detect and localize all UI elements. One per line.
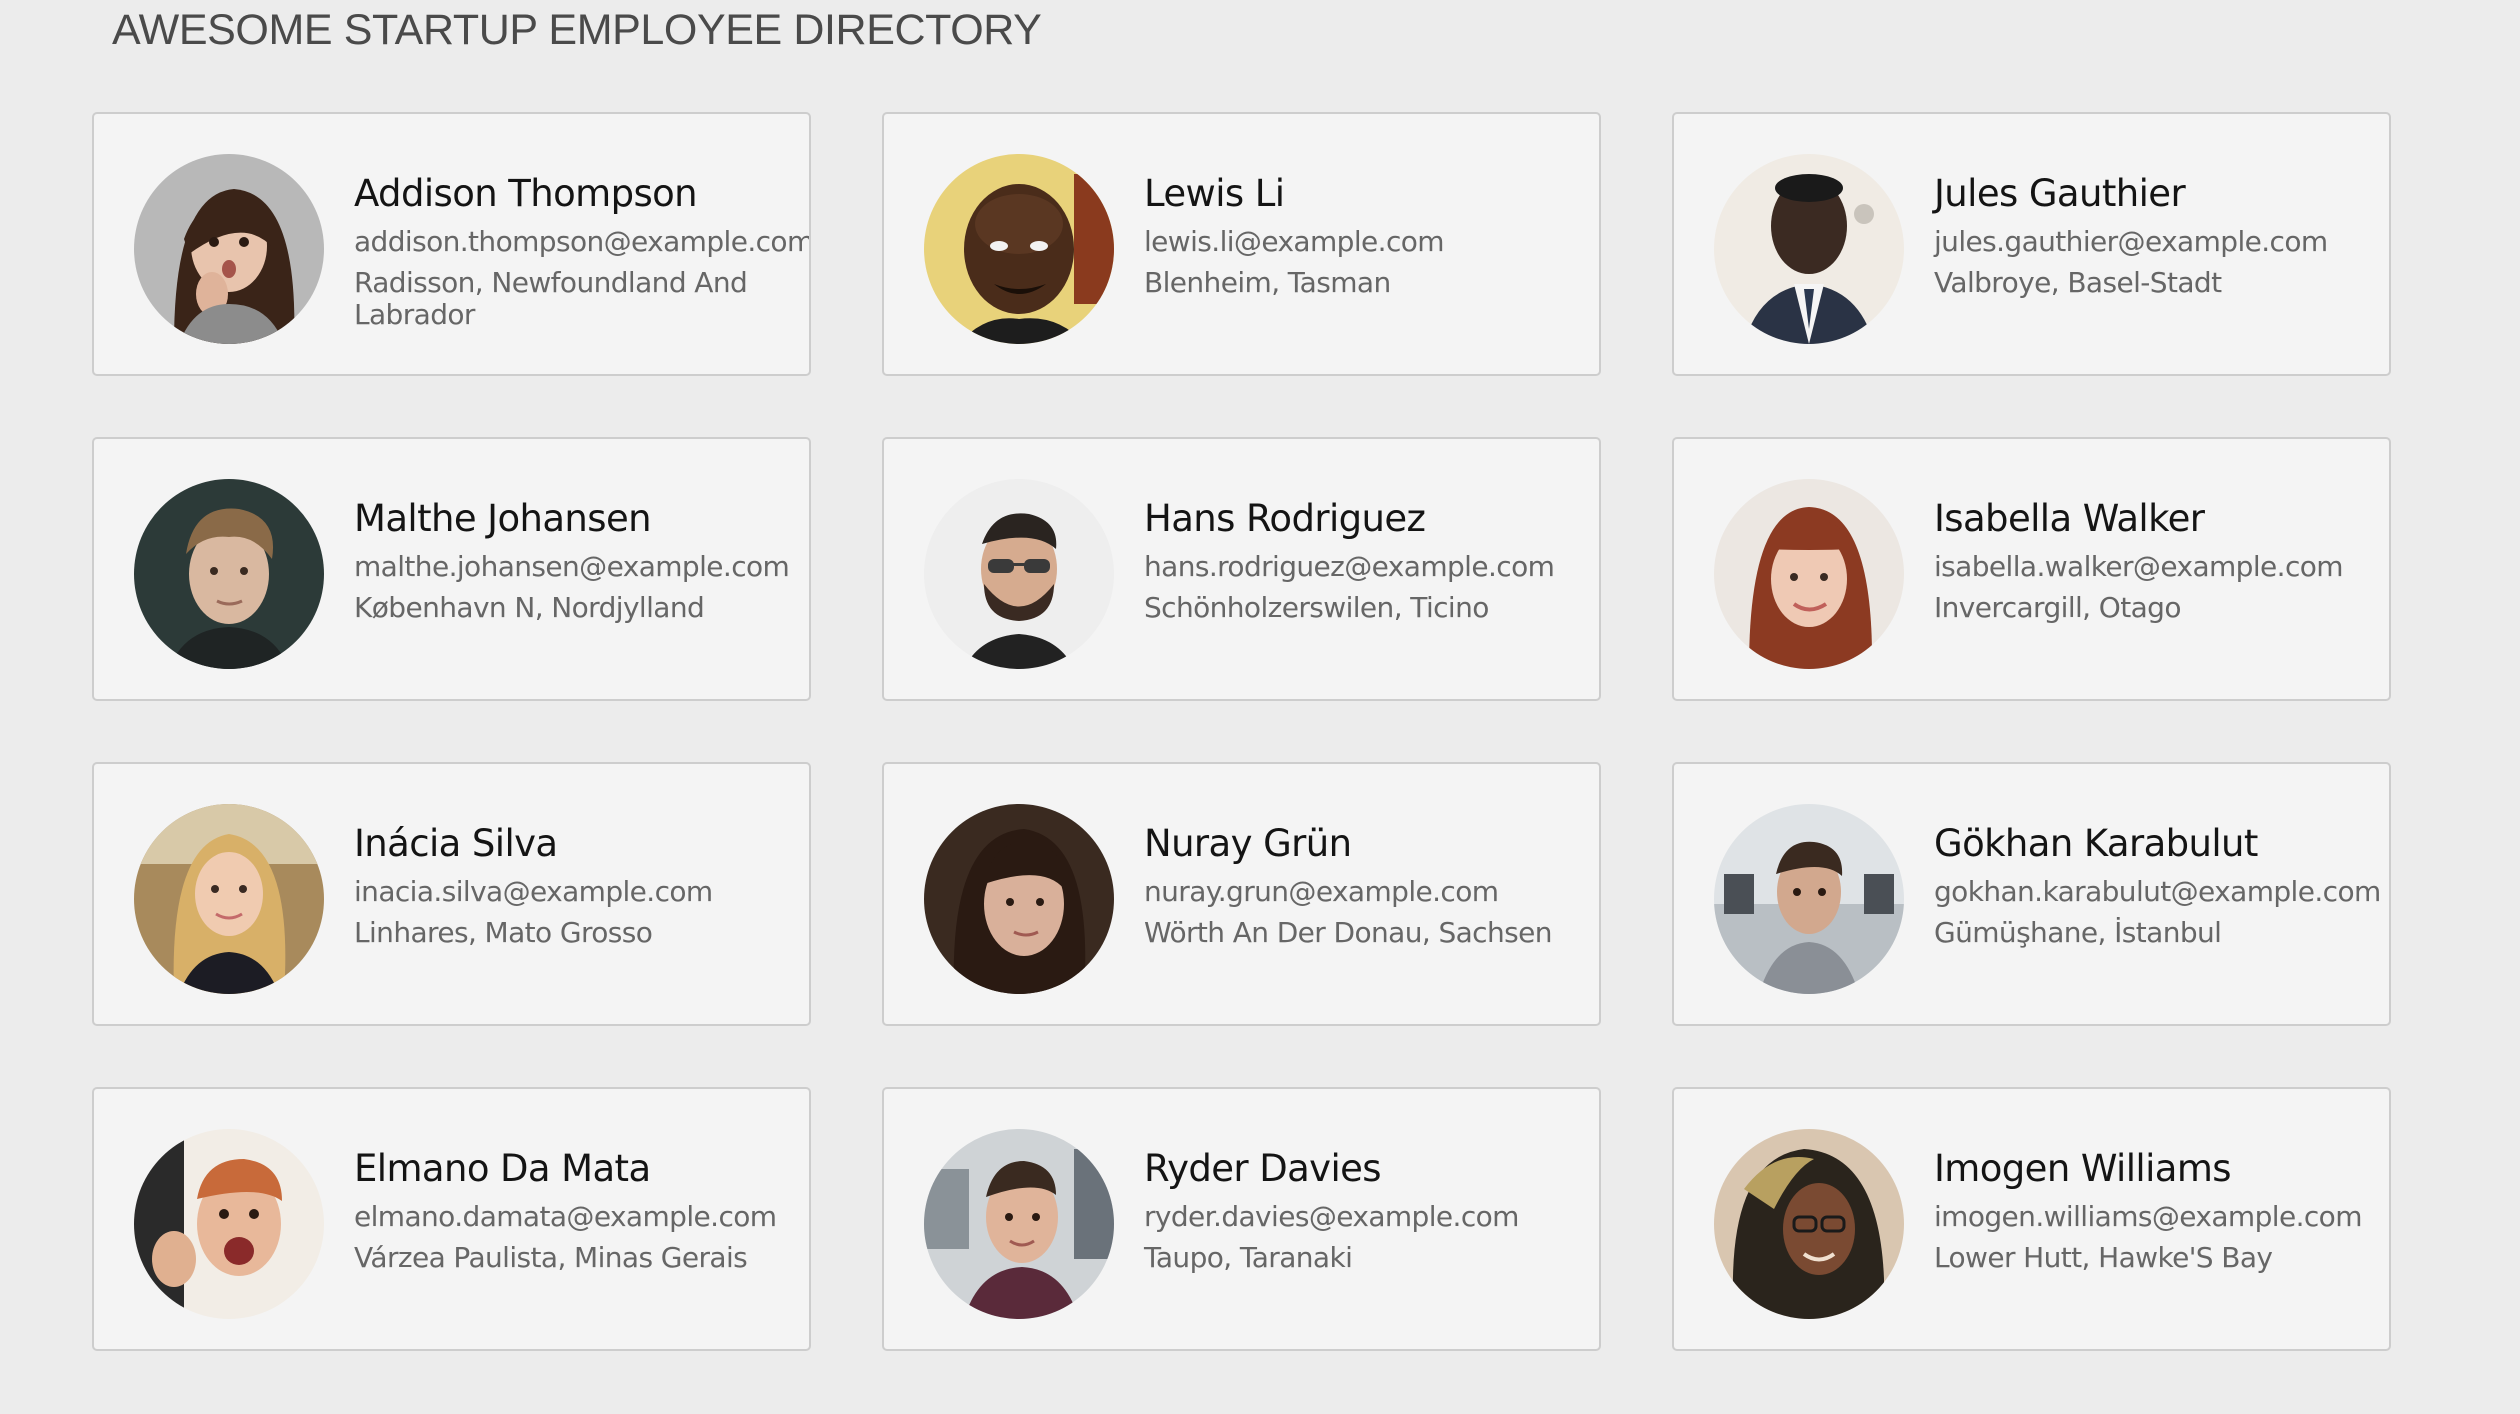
employee-email: ryder.davies@example.com [1144, 1200, 1519, 1233]
male-avatar-photo-icon [924, 479, 1114, 669]
employee-card[interactable]: Ryder Davies ryder.davies@example.com Ta… [882, 1087, 1601, 1351]
female-avatar-photo-icon [134, 154, 324, 344]
avatar [134, 154, 324, 344]
employee-location: Schönholzerswilen, Ticino [1144, 591, 1489, 624]
employee-info: Malthe Johansen malthe.johansen@example.… [354, 495, 791, 624]
male-avatar-photo-icon [134, 479, 324, 669]
male-avatar-photo-icon [924, 1129, 1114, 1319]
female-avatar-photo-icon [1714, 479, 1904, 669]
employee-info: Lewis Li lewis.li@example.com Blenheim, … [1144, 170, 1581, 299]
employee-location: Várzea Paulista, Minas Gerais [354, 1241, 748, 1274]
employee-card[interactable]: Inácia Silva inacia.silva@example.com Li… [92, 762, 811, 1026]
employee-grid: Addison Thompson addison.thompson@exampl… [92, 112, 2392, 1351]
employee-location: Linhares, Mato Grosso [354, 916, 653, 949]
employee-name: Jules Gauthier [1934, 172, 2186, 215]
employee-name: Ryder Davies [1144, 1147, 1382, 1190]
employee-name: Malthe Johansen [354, 497, 652, 540]
page-title: AWESOME STARTUP EMPLOYEE DIRECTORY [112, 6, 1042, 54]
employee-info: Jules Gauthier jules.gauthier@example.co… [1934, 170, 2371, 299]
employee-card[interactable]: Elmano Da Mata elmano.damata@example.com… [92, 1087, 811, 1351]
employee-location: København N, Nordjylland [354, 591, 705, 624]
avatar [1714, 1129, 1904, 1319]
employee-card[interactable]: Lewis Li lewis.li@example.com Blenheim, … [882, 112, 1601, 376]
employee-name: Imogen Williams [1934, 1147, 2232, 1190]
employee-email: gokhan.karabulut@example.com [1934, 875, 2381, 908]
employee-location: Invercargill, Otago [1934, 591, 2181, 624]
employee-email: lewis.li@example.com [1144, 225, 1445, 258]
avatar [1714, 479, 1904, 669]
employee-name: Hans Rodriguez [1144, 497, 1426, 540]
employee-location: Gümüşhane, İstanbul [1934, 916, 2222, 949]
employee-email: malthe.johansen@example.com [354, 550, 790, 583]
employee-name: Elmano Da Mata [354, 1147, 651, 1190]
employee-email: jules.gauthier@example.com [1934, 225, 2328, 258]
male-avatar-photo-icon [134, 1129, 324, 1319]
employee-card[interactable]: Hans Rodriguez hans.rodriguez@example.co… [882, 437, 1601, 701]
employee-info: Inácia Silva inacia.silva@example.com Li… [354, 820, 791, 949]
employee-info: Elmano Da Mata elmano.damata@example.com… [354, 1145, 791, 1274]
female-avatar-photo-icon [134, 804, 324, 994]
employee-email: isabella.walker@example.com [1934, 550, 2344, 583]
avatar [924, 804, 1114, 994]
employee-card[interactable]: Gökhan Karabulut gokhan.karabulut@exampl… [1672, 762, 2391, 1026]
employee-info: Hans Rodriguez hans.rodriguez@example.co… [1144, 495, 1581, 624]
avatar [134, 804, 324, 994]
employee-location: Valbroye, Basel-Stadt [1934, 266, 2222, 299]
employee-info: Imogen Williams imogen.williams@example.… [1934, 1145, 2371, 1274]
employee-name: Isabella Walker [1934, 497, 2205, 540]
avatar [134, 479, 324, 669]
employee-name: Addison Thompson [354, 172, 698, 215]
avatar [1714, 804, 1904, 994]
employee-name: Lewis Li [1144, 172, 1285, 215]
employee-location: Radisson, Newfoundland And Labrador [354, 266, 748, 331]
employee-card[interactable]: Nuray Grün nuray.grun@example.com Wörth … [882, 762, 1601, 1026]
female-avatar-photo-icon [924, 804, 1114, 994]
employee-info: Isabella Walker isabella.walker@example.… [1934, 495, 2371, 624]
employee-name: Inácia Silva [354, 822, 558, 865]
male-avatar-photo-icon [1714, 154, 1904, 344]
employee-info: Nuray Grün nuray.grun@example.com Wörth … [1144, 820, 1581, 949]
employee-email: elmano.damata@example.com [354, 1200, 777, 1233]
employee-email: addison.thompson@example.com [354, 225, 811, 258]
avatar [924, 479, 1114, 669]
employee-info: Gökhan Karabulut gokhan.karabulut@exampl… [1934, 820, 2381, 949]
employee-card[interactable]: Imogen Williams imogen.williams@example.… [1672, 1087, 2391, 1351]
employee-card[interactable]: Addison Thompson addison.thompson@exampl… [92, 112, 811, 376]
employee-name: Nuray Grün [1144, 822, 1352, 865]
employee-location: Taupo, Taranaki [1144, 1241, 1353, 1274]
avatar [924, 154, 1114, 344]
avatar [924, 1129, 1114, 1319]
avatar [1714, 154, 1904, 344]
employee-card[interactable]: Isabella Walker isabella.walker@example.… [1672, 437, 2391, 701]
employee-email: hans.rodriguez@example.com [1144, 550, 1555, 583]
employee-info: Addison Thompson addison.thompson@exampl… [354, 170, 811, 331]
employee-card[interactable]: Malthe Johansen malthe.johansen@example.… [92, 437, 811, 701]
employee-email: nuray.grun@example.com [1144, 875, 1499, 908]
employee-name: Gökhan Karabulut [1934, 822, 2258, 865]
male-avatar-photo-icon [1714, 804, 1904, 994]
employee-location: Blenheim, Tasman [1144, 266, 1391, 299]
avatar [134, 1129, 324, 1319]
employee-email: imogen.williams@example.com [1934, 1200, 2362, 1233]
employee-info: Ryder Davies ryder.davies@example.com Ta… [1144, 1145, 1581, 1274]
female-avatar-photo-icon [1714, 1129, 1904, 1319]
employee-email: inacia.silva@example.com [354, 875, 713, 908]
male-avatar-photo-icon [924, 154, 1114, 344]
employee-location: Wörth An Der Donau, Sachsen [1144, 916, 1552, 949]
employee-card[interactable]: Jules Gauthier jules.gauthier@example.co… [1672, 112, 2391, 376]
employee-location: Lower Hutt, Hawke'S Bay [1934, 1241, 2273, 1274]
